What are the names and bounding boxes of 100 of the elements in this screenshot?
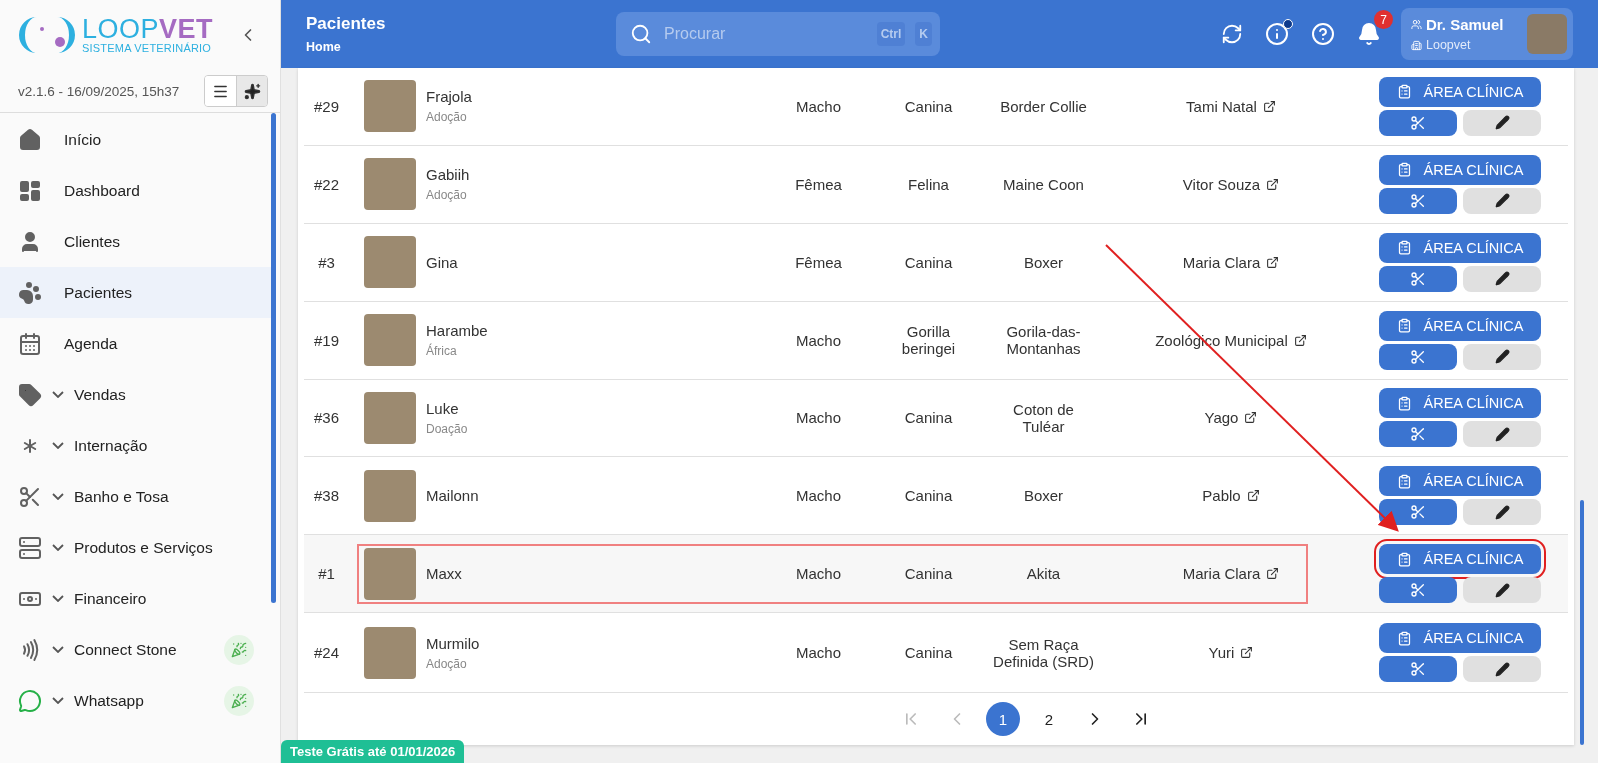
grooming-button[interactable] (1379, 187, 1457, 214)
id-cell-text: #22 (313, 175, 340, 193)
chevron-down-icon (52, 391, 64, 398)
user-name: Dr. Samuel (1426, 16, 1504, 33)
sidebar-item[interactable]: Início (0, 114, 272, 165)
sex-cell-text: Macho (795, 97, 842, 115)
sex-cell-text: Fêmea (794, 253, 843, 271)
edit-button[interactable] (1463, 656, 1541, 683)
photo-placeholder (364, 80, 416, 133)
grooming-button[interactable] (1379, 499, 1457, 526)
chevron-down-icon (52, 544, 64, 551)
clinic-area-button[interactable]: ÁREA CLÍNICA (1379, 310, 1541, 341)
sex-cell-text: Macho (795, 565, 842, 583)
grooming-button[interactable] (1379, 265, 1457, 292)
paw-icon (18, 280, 42, 305)
edit-button[interactable] (1463, 187, 1541, 214)
clinic-area-button[interactable]: ÁREA CLÍNICA (1379, 154, 1541, 185)
sidebar-item[interactable]: Pacientes (0, 267, 272, 318)
clipboard-icon (1396, 84, 1412, 100)
edit-button[interactable] (1463, 343, 1541, 370)
clipboard-icon (1396, 318, 1412, 334)
patient-note: Adoção (426, 110, 468, 125)
grooming-button[interactable] (1379, 577, 1457, 604)
chevron-down-icon (52, 442, 64, 449)
sidebar-item[interactable]: Vendas (0, 369, 272, 420)
scissors-icon (1410, 192, 1426, 209)
sex-cell-text: Macho (795, 331, 842, 349)
edit-button[interactable] (1463, 499, 1541, 526)
chat-icon (18, 688, 42, 713)
logo-drawing (18, 16, 76, 54)
trial-badge: Teste Grátis até 01/01/2026 (281, 740, 465, 763)
tutor-link[interactable]: Yago (1096, 409, 1366, 427)
clipboard-icon (1396, 630, 1412, 646)
photo-placeholder (364, 547, 416, 600)
breed-cell-text: Akita (1025, 565, 1062, 583)
clinic-area-button[interactable]: ÁREA CLÍNICA (1379, 76, 1541, 107)
tutor-link[interactable]: Pablo (1096, 487, 1366, 505)
grooming-button[interactable] (1379, 109, 1457, 136)
tutor-link[interactable]: Vitor Souza (1096, 175, 1366, 193)
patient-note: Doação (426, 421, 469, 436)
tutor-link[interactable]: Maria Clara (1096, 253, 1366, 271)
photo-placeholder (364, 158, 416, 211)
photo-placeholder (364, 626, 416, 679)
page-title: Pacientes (306, 14, 387, 34)
sidebar-item[interactable]: Connect Stone (0, 624, 272, 675)
sidebar-item[interactable]: Clientes (0, 216, 272, 267)
page-button[interactable]: 1 (986, 702, 1020, 737)
sex-cell-text: Macho (795, 409, 842, 427)
sidebar-item[interactable]: Dashboard (0, 165, 272, 216)
patient-note: Adoção (426, 656, 468, 671)
scissors-icon (1410, 270, 1426, 287)
logo-wordmark: LOOPVET (82, 16, 214, 42)
tag-icon (18, 382, 42, 407)
sparkle-toggle-button[interactable] (236, 76, 267, 106)
help-button[interactable] (1311, 22, 1335, 46)
sidebar-item[interactable]: Agenda (0, 318, 272, 369)
server-icon (18, 535, 42, 560)
external-link-icon (1240, 646, 1254, 660)
photo-placeholder (364, 236, 416, 289)
species-cell-text: Felina (907, 175, 950, 193)
external-link-icon (1244, 411, 1258, 425)
external-link-icon (1266, 177, 1280, 191)
notifications-button[interactable] (1357, 22, 1381, 46)
building-icon (1411, 39, 1422, 51)
grooming-button[interactable] (1379, 343, 1457, 370)
tutor-link[interactable]: Maria Clara (1096, 565, 1366, 583)
sidebar-item[interactable]: Internação (0, 420, 272, 471)
grooming-button[interactable] (1379, 421, 1457, 448)
edit-button[interactable] (1463, 109, 1541, 136)
species-cell-text: Canina (903, 487, 954, 505)
edit-button[interactable] (1463, 421, 1541, 448)
sidebar-item[interactable]: Produtos e Serviços (0, 522, 272, 573)
tutor-link[interactable]: Yuri (1096, 644, 1366, 662)
pencil-icon (1494, 426, 1510, 442)
patient-name: Gina (426, 253, 459, 271)
menu-toggle-button[interactable] (205, 76, 236, 106)
tutor-link[interactable]: Tami Natal (1096, 97, 1366, 115)
search-field[interactable]: Procurar (662, 24, 867, 44)
breadcrumb-link[interactable]: Home (306, 40, 616, 54)
species-cell-text: Gorilla beringei (900, 323, 957, 358)
page-button[interactable]: 2 (1032, 702, 1066, 737)
sidebar-item[interactable]: Financeiro (0, 573, 272, 624)
sidebar-item[interactable]: Whatsapp (0, 675, 272, 726)
edit-button[interactable] (1463, 265, 1541, 292)
edit-button[interactable] (1463, 577, 1541, 604)
sidebar-item[interactable]: Banho e Tosa (0, 471, 272, 522)
clipboard-icon (1396, 551, 1412, 567)
refresh-button[interactable] (1221, 23, 1243, 45)
clinic-area-button[interactable]: ÁREA CLÍNICA (1379, 388, 1541, 419)
clinic-area-button[interactable]: ÁREA CLÍNICA (1379, 623, 1541, 654)
clinic-area-button[interactable]: ÁREA CLÍNICA (1379, 466, 1541, 497)
pencil-icon (1494, 661, 1510, 677)
patient-name: Luke (426, 399, 460, 417)
clinic-area-button[interactable]: ÁREA CLÍNICA (1379, 232, 1541, 263)
breed-cell-text: Coton de Tuléar (1012, 400, 1075, 435)
photo-placeholder (364, 391, 416, 444)
species-cell-text: Canina (903, 644, 954, 662)
grooming-button[interactable] (1379, 656, 1457, 683)
organization-name: Loopvet (1426, 38, 1471, 52)
users-icon (1411, 19, 1422, 30)
